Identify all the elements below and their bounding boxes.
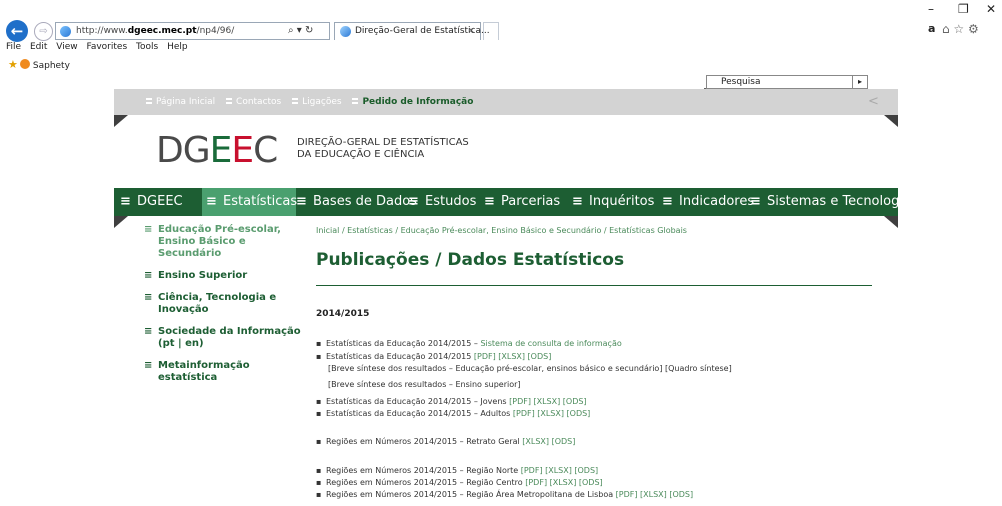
sidebar: ≡ Educação Pré-escolar, Ensino Básico e S… <box>144 224 309 394</box>
toplink-home[interactable]: Página Inicial <box>146 97 215 107</box>
org-name-line2: DA EDUCAÇÃO E CIÊNCIA <box>297 149 425 160</box>
menu-view[interactable]: View <box>56 42 77 52</box>
share-icon[interactable]: < <box>868 94 879 109</box>
search-input[interactable]: Pesquisa ▸ <box>706 75 868 89</box>
favorite-saphety[interactable]: Saphety <box>33 61 70 71</box>
nav-estudos[interactable]: ≡ Estudos <box>408 188 476 216</box>
toplink-info-request[interactable]: Pedido de Informação <box>352 97 473 107</box>
nav-inqueritos[interactable]: ≡ Inquéritos <box>572 188 654 216</box>
list-item: ▪ Regiões em Números 2014/2015 – Retrato … <box>316 437 576 446</box>
corner-decoration <box>114 115 128 127</box>
list-item: ▪ Estatísticas da Educação 2014/2015 – Si… <box>316 339 622 348</box>
search-go-button[interactable]: ▸ <box>852 76 867 88</box>
toplink-links[interactable]: Ligações <box>292 97 342 107</box>
amazon-icon[interactable]: a <box>928 22 935 35</box>
restore-button[interactable]: ❐ <box>958 2 969 16</box>
ie-page-icon <box>60 26 71 37</box>
corner-decoration <box>884 216 898 228</box>
link-breve-sintese-basico[interactable]: [Breve síntese dos resultados – Educação… <box>328 364 732 374</box>
toplink-contacts[interactable]: Contactos <box>226 97 281 107</box>
list-item: ▪ Regiões em Números 2014/2015 – Região N… <box>316 466 599 475</box>
browser-tab[interactable]: Direção-Geral de Estatística... × <box>334 22 490 40</box>
back-button[interactable]: ← <box>6 20 28 42</box>
file-links[interactable]: [PDF] [XLSX] [ODS] <box>513 409 590 418</box>
nav-dgeec[interactable]: ≡ DGEEC <box>114 188 206 216</box>
file-links[interactable]: [XLSX] [ODS] <box>522 437 575 446</box>
list-item: ▪ Regiões em Números 2014/2015 – Região Á… <box>316 490 694 499</box>
nav-bases-de-dados[interactable]: ≡ Bases de Dados <box>296 188 417 216</box>
menu-tools[interactable]: Tools <box>136 42 158 52</box>
forward-button[interactable]: ⇨ <box>34 22 53 41</box>
main-nav: ≡ DGEEC ≡ Estatísticas ≡ Bases de Dados … <box>114 188 918 216</box>
sidebar-item-pre-escolar[interactable]: ≡ Educação Pré-escolar, Ensino Básico e S… <box>144 224 309 260</box>
file-links[interactable]: [PDF] [XLSX] [ODS] <box>509 397 586 406</box>
close-window-button[interactable]: ✕ <box>986 2 996 16</box>
menu-help[interactable]: Help <box>167 42 188 52</box>
org-name: DIREÇÃO-GERAL DE ESTATÍSTICAS DA EDUCAÇÃ… <box>297 137 469 161</box>
org-name-line1: DIREÇÃO-GERAL DE ESTATÍSTICAS <box>297 137 469 148</box>
top-links: Página Inicial Contactos Ligações Pedido… <box>146 97 481 107</box>
menu-edit[interactable]: Edit <box>30 42 47 52</box>
search-label: Pesquisa <box>721 77 761 87</box>
corner-decoration <box>114 216 128 228</box>
nav-indicadores[interactable]: ≡ Indicadores <box>662 188 754 216</box>
menu-favorites[interactable]: Favorites <box>86 42 127 52</box>
file-links[interactable]: [PDF] [XLSX] [ODS] <box>474 352 551 361</box>
list-item: ▪ Estatísticas da Educação 2014/2015 [PDF… <box>316 352 552 361</box>
sidebar-item-sociedade-informacao[interactable]: ≡ Sociedade da Informação (pt | en) <box>144 326 309 350</box>
list-item: ▪ Estatísticas da Educação 2014/2015 – Jo… <box>316 397 587 406</box>
file-links[interactable]: [PDF] [XLSX] [ODS] <box>616 490 693 499</box>
file-links[interactable]: [PDF] [XLSX] [ODS] <box>525 478 602 487</box>
nav-parcerias[interactable]: ≡ Parcerias <box>484 188 560 216</box>
corner-decoration <box>884 115 898 127</box>
tab-close-icon[interactable]: × <box>467 23 475 39</box>
sidebar-item-ciencia[interactable]: ≡ Ciência, Tecnologia e Inovação <box>144 292 309 316</box>
file-links[interactable]: [PDF] [XLSX] [ODS] <box>521 466 598 475</box>
nav-sistemas-tecnologias[interactable]: ≡ Sistemas e Tecnologias <box>750 188 918 216</box>
saphety-icon <box>19 59 30 69</box>
title-divider <box>316 285 872 286</box>
nav-estatisticas[interactable]: ≡ Estatísticas <box>202 188 297 216</box>
menu-bar: File Edit View Favorites Tools Help <box>0 42 188 56</box>
page-title: Publicações / Dados Estatísticos <box>316 250 625 270</box>
breadcrumb[interactable]: Inicial / Estatísticas / Educação Pré-es… <box>316 226 687 235</box>
sidebar-item-ensino-superior[interactable]: ≡ Ensino Superior <box>144 270 309 282</box>
year-heading: 2014/2015 <box>316 309 370 319</box>
list-item: ▪ Estatísticas da Educação 2014/2015 – Ad… <box>316 409 591 418</box>
favorites-star-icon[interactable]: ★ <box>8 58 18 71</box>
search-refresh-icons[interactable]: ⌕ ▾ ↻ <box>288 23 313 39</box>
menu-file[interactable]: File <box>6 42 21 52</box>
browser-toolbar: ← ⇨ http://www.dgeec.mec.pt/np4/96/ ⌕ ▾ … <box>0 0 1002 42</box>
minimize-button[interactable]: – <box>928 2 934 16</box>
new-tab-button[interactable] <box>483 22 499 40</box>
address-bar[interactable]: http://www.dgeec.mec.pt/np4/96/ ⌕ ▾ ↻ <box>55 22 330 40</box>
favorites-bar: ★ Saphety <box>8 58 70 71</box>
link-consulta[interactable]: Sistema de consulta de informação <box>480 339 621 348</box>
list-item: ▪ Regiões em Números 2014/2015 – Região C… <box>316 478 603 487</box>
dgeec-logo[interactable]: DGEEC <box>156 133 278 169</box>
home-star-gear-icons[interactable]: ⌂ ☆ ⚙ <box>942 22 979 36</box>
sidebar-item-metainformacao[interactable]: ≡ Metainformação estatística <box>144 360 309 384</box>
tab-favicon <box>340 26 351 37</box>
address-url[interactable]: http://www.dgeec.mec.pt/np4/96/ <box>76 23 234 39</box>
link-breve-sintese-superior[interactable]: [Breve síntese dos resultados – Ensino s… <box>328 380 521 390</box>
